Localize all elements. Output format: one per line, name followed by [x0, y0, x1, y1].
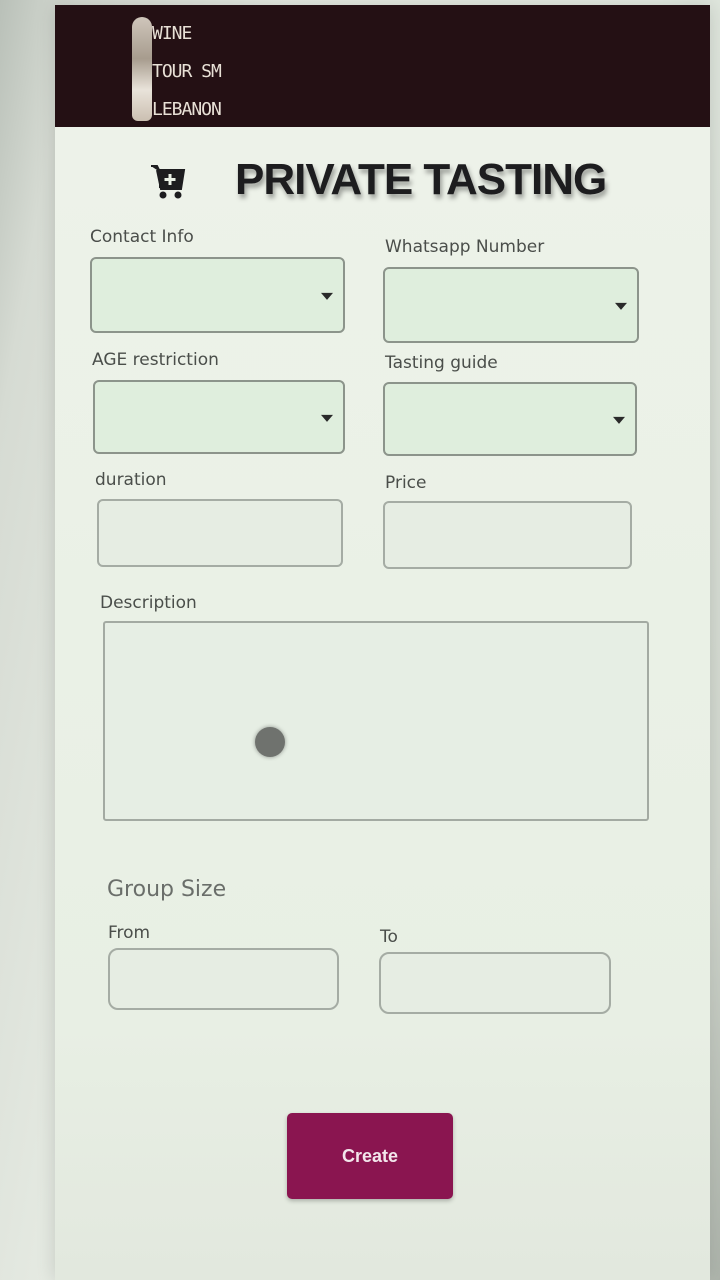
- logo-line-2: TOUR SM: [152, 61, 222, 82]
- app-screen: WINE TOUR SM LEBANON PRIVATE TASTING Con…: [55, 5, 710, 1280]
- to-label: To: [380, 927, 398, 947]
- group-size-to-input[interactable]: [379, 952, 611, 1014]
- price-input[interactable]: [383, 501, 632, 569]
- logo-line-3: LEBANON: [152, 99, 222, 120]
- logo[interactable]: WINE TOUR SM LEBANON: [130, 13, 240, 123]
- contact-info-label: Contact Info: [90, 227, 194, 247]
- age-restriction-label: AGE restriction: [92, 350, 219, 370]
- whatsapp-select[interactable]: [383, 267, 639, 343]
- create-button[interactable]: Create: [287, 1113, 453, 1199]
- description-label: Description: [100, 593, 197, 613]
- header-bar: WINE TOUR SM LEBANON: [55, 5, 710, 127]
- chevron-down-icon: [613, 416, 625, 424]
- from-label: From: [108, 923, 151, 943]
- group-size-title: Group Size: [107, 877, 227, 902]
- price-label: Price: [385, 473, 427, 493]
- tasting-guide-select[interactable]: [383, 382, 637, 456]
- logo-figure: [132, 17, 152, 121]
- logo-line-1: WINE: [152, 23, 192, 44]
- page-title: PRIVATE TASTING: [235, 155, 607, 204]
- age-restriction-select[interactable]: [93, 380, 345, 454]
- description-textarea[interactable]: [103, 621, 649, 821]
- duration-input[interactable]: [97, 499, 343, 567]
- tasting-guide-label: Tasting guide: [385, 353, 498, 373]
- touch-cursor-icon: [255, 727, 285, 757]
- chevron-down-icon: [321, 292, 333, 300]
- chevron-down-icon: [321, 414, 333, 422]
- group-size-from-input[interactable]: [108, 948, 339, 1010]
- contact-info-select[interactable]: [90, 257, 345, 333]
- chevron-down-icon: [615, 302, 627, 310]
- whatsapp-label: Whatsapp Number: [385, 237, 545, 257]
- duration-label: duration: [95, 470, 167, 490]
- cart-plus-icon: [151, 165, 186, 199]
